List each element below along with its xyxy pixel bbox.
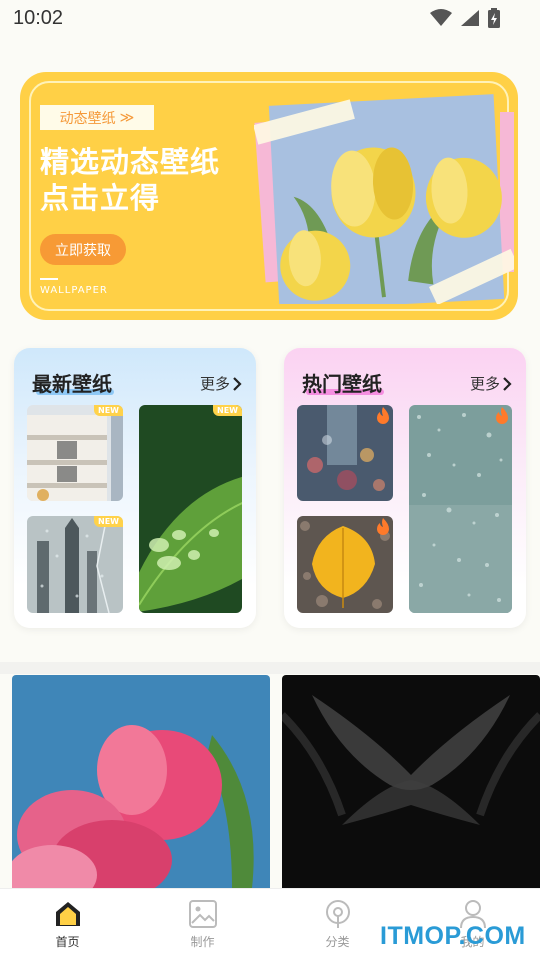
- section-divider: [0, 662, 540, 674]
- wifi-icon: [430, 9, 452, 26]
- new-badge: NEW: [94, 405, 123, 416]
- wallpaper-thumb-raindrops[interactable]: [409, 405, 512, 613]
- newest-title-text: 最新壁纸: [32, 372, 112, 396]
- fire-icon: [377, 407, 389, 424]
- newest-more-link[interactable]: 更多: [200, 373, 242, 394]
- more-label: 更多: [199, 375, 230, 393]
- banner-caption: WALLPAPER: [40, 285, 108, 296]
- double-chevron-icon: ≫: [119, 109, 135, 126]
- category-icon: [325, 900, 350, 928]
- watermark: ITMOP.COM: [380, 922, 526, 950]
- status-icons: [430, 8, 500, 28]
- hot-more-link[interactable]: 更多: [470, 373, 512, 394]
- fire-icon: [496, 407, 508, 424]
- banner-dash: [40, 278, 58, 280]
- new-badge: NEW: [213, 405, 242, 416]
- hot-section-title: 热门壁纸: [302, 368, 384, 397]
- hot-wallpapers-card: 热门壁纸 更多: [284, 348, 526, 628]
- chevron-right-icon: [503, 376, 512, 391]
- nav-label-category: 分类: [325, 935, 350, 949]
- signal-icon: [461, 10, 479, 26]
- wallpaper-thumb-yellow-leaf[interactable]: [297, 516, 393, 613]
- hot-title-text: 热门壁纸: [302, 372, 382, 396]
- get-now-button[interactable]: 立即获取: [40, 234, 126, 265]
- battery-icon: [488, 8, 500, 28]
- wallpaper-thumb-bokeh[interactable]: [297, 405, 393, 501]
- image-icon: [188, 900, 217, 928]
- banner-title-line2: 点击立得: [40, 181, 161, 215]
- banner-title-line1: 精选动态壁纸: [40, 145, 221, 179]
- promo-banner[interactable]: 动态壁纸 ≫ 精选动态壁纸 点击立得 立即获取 WALLPAPER: [20, 72, 520, 320]
- banner-tag-label: 动态壁纸: [59, 110, 116, 127]
- chevron-right-icon: [233, 376, 242, 391]
- status-time: 10:02: [13, 6, 64, 29]
- nav-label-home: 首页: [55, 935, 80, 949]
- fire-icon: [377, 518, 389, 535]
- banner-tag[interactable]: 动态壁纸 ≫: [40, 105, 154, 130]
- newest-section-title: 最新壁纸: [32, 368, 114, 397]
- wallpaper-thumb-leaf[interactable]: NEW: [139, 405, 242, 613]
- nav-home[interactable]: 首页: [0, 889, 135, 960]
- home-icon: [55, 902, 80, 926]
- wallpaper-thumb-rain-city[interactable]: NEW: [27, 516, 123, 613]
- wallpaper-feed-smoke[interactable]: [282, 675, 540, 888]
- wallpaper-thumb-building[interactable]: NEW: [27, 405, 123, 501]
- more-label: 更多: [469, 375, 500, 393]
- nav-create[interactable]: 制作: [135, 889, 270, 960]
- nav-label-create: 制作: [190, 935, 215, 949]
- banner-photo: [253, 82, 520, 311]
- banner-title: 精选动态壁纸 点击立得: [40, 144, 220, 216]
- status-bar: 10:02: [0, 0, 540, 36]
- new-badge: NEW: [94, 516, 123, 527]
- newest-wallpapers-card: 最新壁纸 更多 NEW NEW NEW: [14, 348, 256, 628]
- wallpaper-feed-tulips[interactable]: [12, 675, 270, 888]
